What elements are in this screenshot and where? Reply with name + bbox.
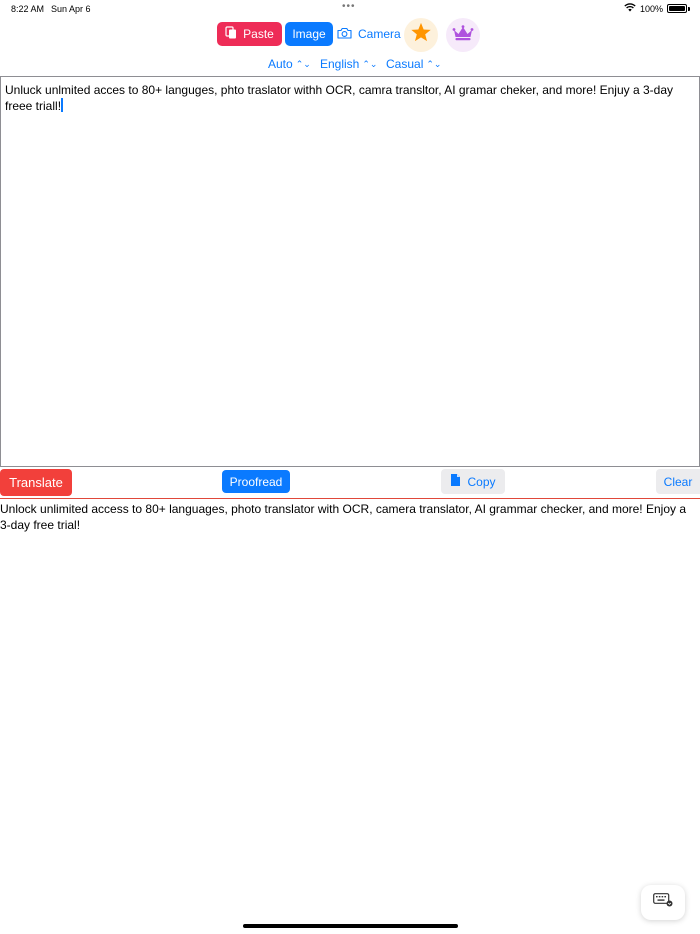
translate-label: Translate bbox=[9, 475, 63, 490]
status-date: Sun Apr 6 bbox=[51, 4, 91, 14]
copy-icon bbox=[450, 473, 461, 490]
paste-icon bbox=[225, 26, 237, 42]
source-text: Unluck unlmited acces to 80+ languges, p… bbox=[5, 83, 673, 113]
camera-button[interactable]: Camera bbox=[337, 22, 401, 46]
battery-percent: 100% bbox=[639, 3, 663, 14]
camera-icon bbox=[337, 27, 352, 42]
battery-icon bbox=[667, 4, 687, 13]
chevron-up-down-icon: ⌃⌄ bbox=[426, 58, 442, 69]
camera-label: Camera bbox=[358, 27, 401, 41]
clear-button[interactable]: Clear bbox=[656, 469, 700, 494]
proofread-button[interactable]: Proofread bbox=[222, 470, 290, 493]
source-text-input[interactable]: Unluck unlmited acces to 80+ languges, p… bbox=[0, 76, 700, 467]
action-bar: Translate Proofread Copy Clear bbox=[0, 467, 700, 499]
wifi-icon bbox=[624, 3, 636, 14]
copy-label: Copy bbox=[467, 474, 496, 489]
text-cursor bbox=[61, 98, 64, 112]
paste-label: Paste bbox=[243, 27, 274, 41]
top-toolbar: Paste Image Camera bbox=[0, 18, 700, 52]
premium-button[interactable] bbox=[446, 18, 480, 52]
clear-label: Clear bbox=[663, 474, 693, 489]
copy-button[interactable]: Copy bbox=[441, 469, 505, 494]
image-button[interactable]: Image bbox=[285, 22, 333, 46]
battery-level bbox=[669, 6, 685, 11]
translated-output: Unlock unlimited access to 80+ languages… bbox=[0, 501, 692, 533]
battery-nub bbox=[688, 6, 690, 11]
keyboard-icon bbox=[653, 893, 673, 912]
star-icon bbox=[410, 22, 432, 48]
tone-label: Casual bbox=[386, 57, 424, 71]
status-right: 100% bbox=[624, 3, 690, 14]
source-language-selector[interactable]: Auto ⌃⌄ bbox=[268, 57, 311, 71]
multitasking-dots[interactable]: ••• bbox=[342, 1, 356, 12]
translate-button[interactable]: Translate bbox=[0, 469, 72, 496]
target-language-label: English bbox=[320, 57, 360, 71]
tone-selector[interactable]: Casual ⌃⌄ bbox=[386, 57, 441, 71]
selector-row: Auto ⌃⌄ English ⌃⌄ Casual ⌃⌄ bbox=[0, 55, 700, 73]
target-language-selector[interactable]: English ⌃⌄ bbox=[320, 57, 377, 71]
app-screen: 8:22 AM Sun Apr 6 ••• 100% Paste Image C… bbox=[0, 0, 700, 934]
source-language-label: Auto bbox=[268, 57, 293, 71]
status-time: 8:22 AM bbox=[11, 4, 45, 14]
chevron-up-down-icon: ⌃⌄ bbox=[362, 58, 378, 69]
keyboard-toggle-button[interactable] bbox=[641, 885, 685, 920]
output-text: Unlock unlimited access to 80+ languages… bbox=[0, 502, 686, 532]
chevron-up-down-icon: ⌃⌄ bbox=[295, 58, 311, 69]
paste-button[interactable]: Paste bbox=[217, 22, 282, 46]
image-label: Image bbox=[292, 27, 326, 41]
proofread-label: Proofread bbox=[229, 474, 283, 489]
crown-icon bbox=[452, 24, 474, 46]
favorites-button[interactable] bbox=[404, 18, 438, 52]
home-indicator[interactable] bbox=[243, 924, 458, 928]
status-bar: 8:22 AM Sun Apr 6 ••• 100% bbox=[0, 0, 700, 18]
